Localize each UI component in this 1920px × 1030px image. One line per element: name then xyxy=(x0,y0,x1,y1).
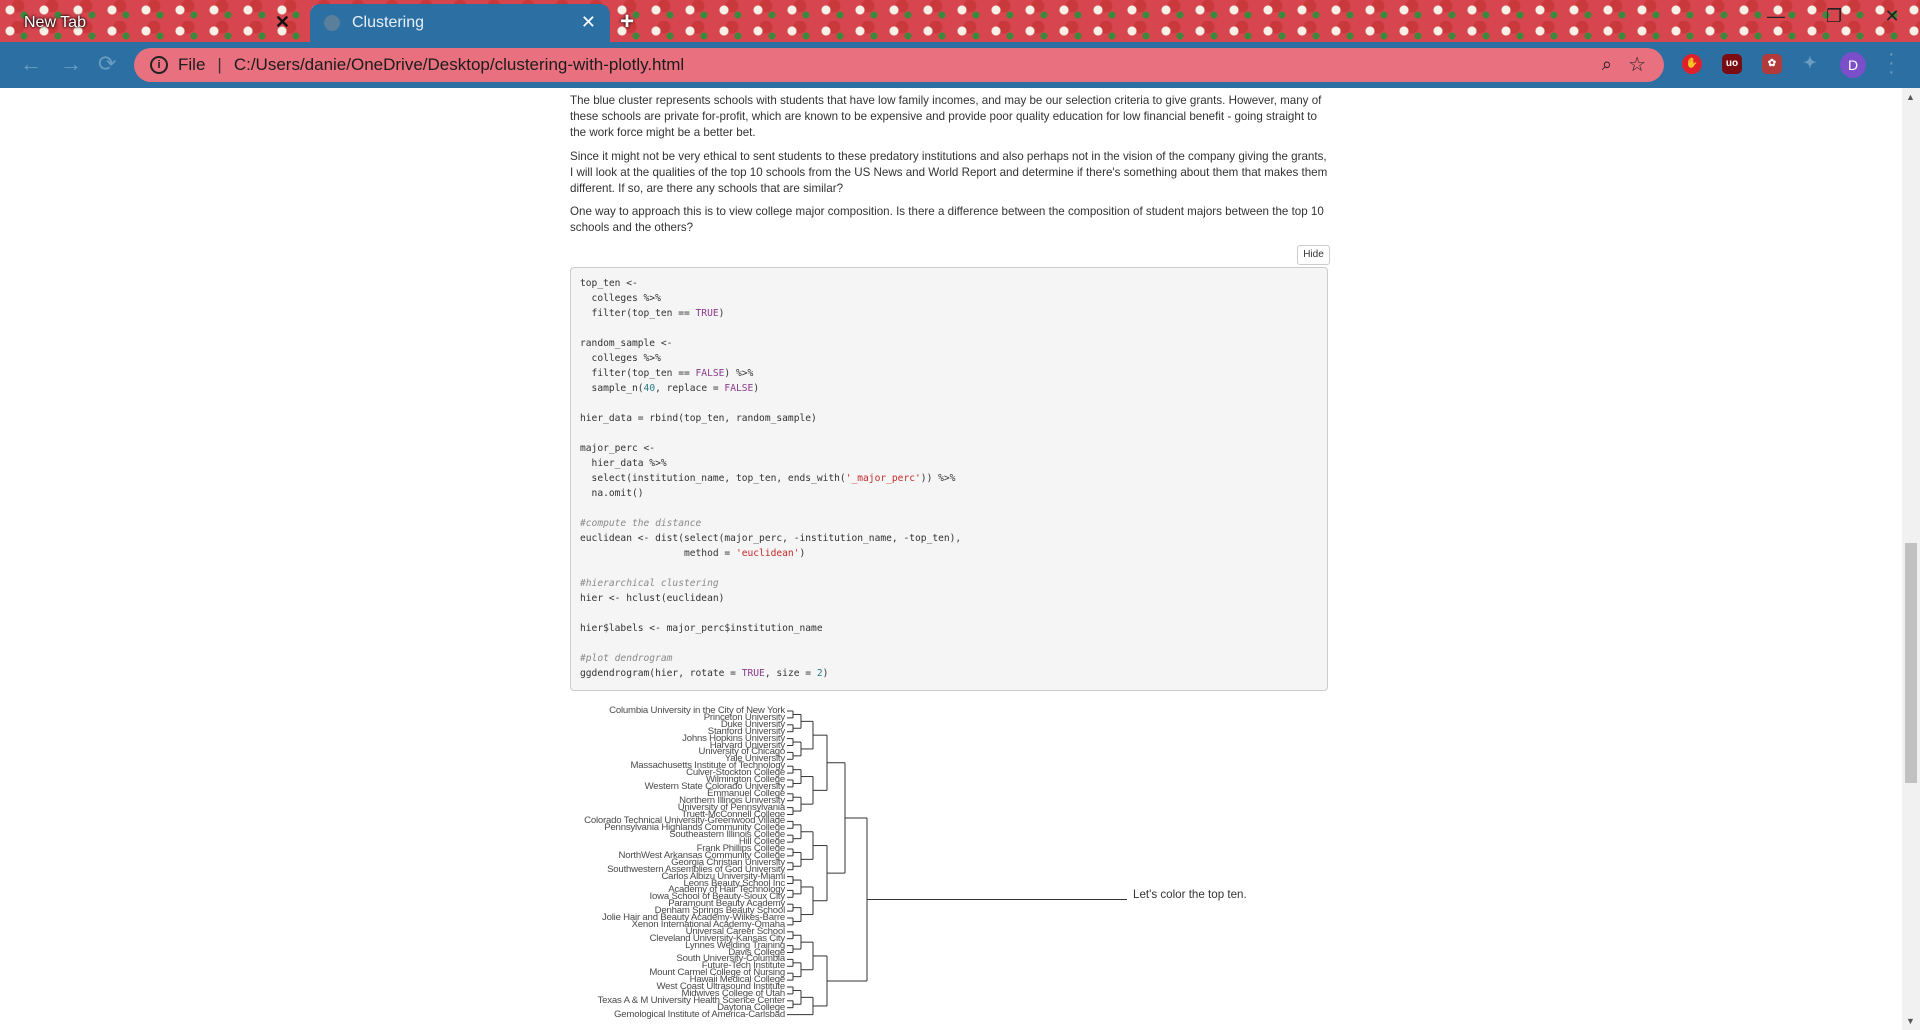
tab-clustering[interactable]: Clustering ✕ xyxy=(310,4,610,42)
paragraph: The blue cluster represents schools with… xyxy=(570,94,1322,139)
address-scheme: File xyxy=(178,55,206,74)
menu-icon[interactable]: · · · xyxy=(1888,44,1895,82)
puzzle-icon[interactable]: ✦ xyxy=(1800,54,1820,74)
ublock-icon[interactable]: uo xyxy=(1722,54,1742,74)
restore-button[interactable]: ❐ xyxy=(1806,6,1862,34)
paragraph: One way to approach this is to view coll… xyxy=(570,205,1324,234)
scroll-down-icon[interactable]: ▼ xyxy=(1906,1016,1915,1026)
scrollbar[interactable]: ▲ ▼ xyxy=(1902,88,1920,1030)
address-separator: | xyxy=(217,55,222,74)
adblock-icon[interactable]: ✋ xyxy=(1682,54,1702,74)
address-path[interactable]: C:/Users/danie/OneDrive/Desktop/clusteri… xyxy=(234,55,684,75)
tab-title: New Tab xyxy=(24,14,86,31)
bookmark-star-icon[interactable]: ☆ xyxy=(1628,52,1646,77)
scroll-up-icon[interactable]: ▲ xyxy=(1906,92,1915,102)
paragraph: Since it might not be very ethical to se… xyxy=(570,150,1328,195)
tab-new-tab[interactable]: New Tab ✕ xyxy=(0,4,310,42)
reload-icon[interactable]: ⟳ xyxy=(98,51,116,77)
address-bar[interactable]: i File | C:/Users/danie/OneDrive/Desktop… xyxy=(134,48,1664,82)
tab-title: Clustering xyxy=(352,14,425,31)
dendrogram: Columbia University in the City of New Y… xyxy=(570,706,1170,1030)
side-note: Let's color the top ten. xyxy=(1133,888,1247,901)
close-window-button[interactable]: ✕ xyxy=(1864,6,1920,34)
tab-strip: New Tab ✕ Clustering ✕ + — ❐ ✕ xyxy=(0,0,1920,42)
close-icon[interactable]: ✕ xyxy=(581,12,596,33)
zoom-icon[interactable]: ⌕ xyxy=(1602,54,1612,75)
back-icon[interactable]: ← xyxy=(20,51,42,77)
minimize-button[interactable]: — xyxy=(1748,6,1804,34)
dendrogram-leaf-label: Gemological Institute of America-Carlsba… xyxy=(614,1008,785,1020)
extension-icon[interactable]: ✿ xyxy=(1762,54,1782,74)
info-icon[interactable]: i xyxy=(150,56,168,74)
page-content: The blue cluster represents schools with… xyxy=(0,88,1902,1030)
browser-toolbar: ← → ⟳ i File | C:/Users/danie/OneDrive/D… xyxy=(0,42,1920,88)
forward-icon[interactable]: → xyxy=(60,51,82,77)
scroll-thumb[interactable] xyxy=(1905,543,1917,783)
globe-icon xyxy=(324,15,340,31)
avatar[interactable]: D xyxy=(1840,52,1866,78)
new-tab-button[interactable]: + xyxy=(620,8,634,36)
hide-code-button[interactable]: Hide xyxy=(1297,245,1330,265)
code-block: top_ten <- colleges %>% filter(top_ten =… xyxy=(570,267,1328,691)
close-icon[interactable]: ✕ xyxy=(275,12,290,33)
